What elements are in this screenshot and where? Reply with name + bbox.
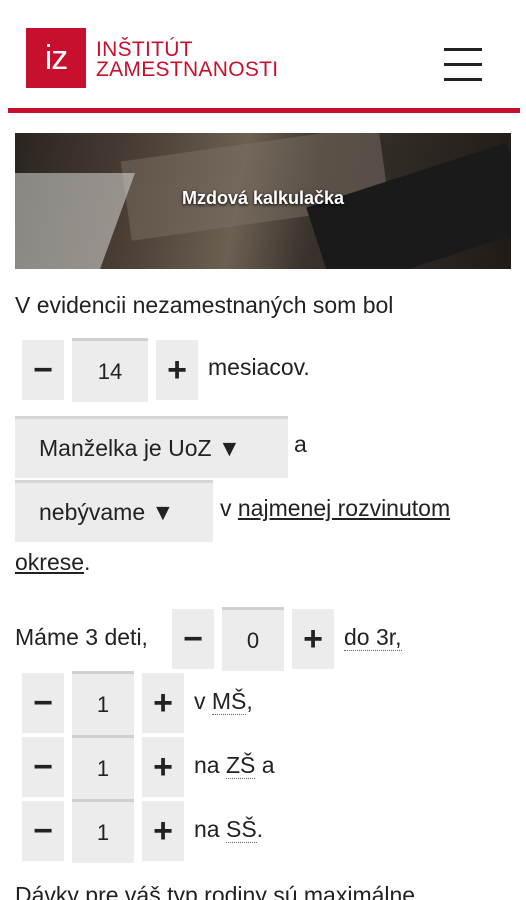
intro-text: V evidencii nezamestnaných som bol <box>15 292 394 318</box>
kids-zs-prefix: na <box>194 752 220 778</box>
kids-under3-stepper: − 0 + <box>172 607 334 671</box>
district-end: . <box>84 549 91 575</box>
kids-under3-value[interactable]: 0 <box>222 607 284 671</box>
kids-ss-label: na SŠ. <box>194 816 263 843</box>
banner-title: Mzdová kalkulačka <box>181 188 345 208</box>
kids-ss-prefix: na <box>194 816 220 842</box>
ss-abbr[interactable]: SŠ <box>225 816 257 843</box>
kids-ss-end: . <box>256 816 264 842</box>
minus-button[interactable]: − <box>22 673 64 733</box>
kids-zs-label: na ZŠ a <box>194 752 275 779</box>
logo-line-2: ZAMESTNANOSTI <box>96 58 279 81</box>
minus-button[interactable]: − <box>22 737 64 797</box>
kids-ss-stepper: − 1 + <box>22 799 184 863</box>
kids-ms-stepper: − 1 + <box>22 671 184 735</box>
kids-under3-label[interactable]: do 3r, <box>344 624 402 651</box>
months-suffix: mesiacov. <box>208 354 310 380</box>
logo-text[interactable]: INŠTITÚT ZAMESTNANOSTI <box>96 38 279 81</box>
minus-button[interactable]: − <box>22 801 64 861</box>
kids-zs-value[interactable]: 1 <box>72 735 134 799</box>
plus-button[interactable]: + <box>156 340 198 400</box>
months-value[interactable]: 14 <box>72 338 148 402</box>
logo-mark[interactable]: iz <box>26 28 86 88</box>
header: iz INŠTITÚT ZAMESTNANOSTI <box>0 0 526 118</box>
plus-button[interactable]: + <box>292 609 334 669</box>
district-line-2: okrese. <box>15 549 90 576</box>
district-select[interactable]: nebývame ▼ <box>15 480 213 542</box>
district-prefix: v <box>220 495 232 521</box>
and-text: a <box>294 431 307 457</box>
footer-text: Dávky pre váš typ rodiny sú maximálne <box>15 882 416 900</box>
kids-ss-value[interactable]: 1 <box>72 799 134 863</box>
kids-zs-end: a <box>261 752 275 778</box>
plus-button[interactable]: + <box>142 673 184 733</box>
banner-image: Mzdová kalkulačka <box>15 133 511 269</box>
kids-intro: Máme 3 deti, <box>15 624 148 650</box>
kids-under3-suffix: do 3r, <box>344 624 402 651</box>
months-stepper: − 14 + <box>22 338 198 402</box>
minus-button[interactable]: − <box>172 609 214 669</box>
kids-ms-prefix: v <box>194 688 206 714</box>
kids-zs-stepper: − 1 + <box>22 735 184 799</box>
logo-line-1: INŠTITÚT <box>96 38 193 61</box>
plus-button[interactable]: + <box>142 801 184 861</box>
district-link[interactable]: najmenej rozvinutom <box>238 495 450 521</box>
kids-ms-label: v MŠ, <box>194 688 253 715</box>
hamburger-icon[interactable] <box>444 46 482 82</box>
ms-abbr[interactable]: MŠ <box>211 688 247 715</box>
spouse-select[interactable]: Manželka je UoZ ▼ <box>15 416 288 478</box>
header-divider <box>8 108 520 113</box>
zs-abbr[interactable]: ZŠ <box>225 752 256 779</box>
district-link-2[interactable]: okrese <box>15 549 84 575</box>
kids-ms-end: , <box>246 688 253 714</box>
kids-ms-value[interactable]: 1 <box>72 671 134 735</box>
plus-button[interactable]: + <box>142 737 184 797</box>
minus-button[interactable]: − <box>22 340 64 400</box>
district-line: v najmenej rozvinutom <box>220 495 450 522</box>
